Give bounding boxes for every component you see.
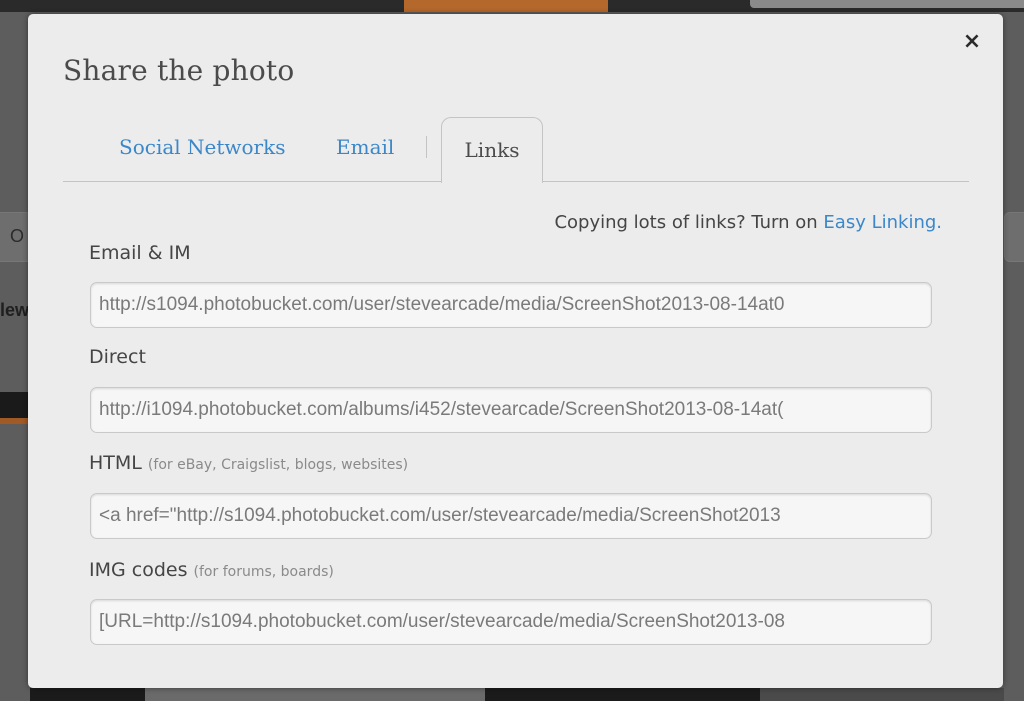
modal-title: Share the photo (63, 54, 295, 87)
easy-linking-prompt: Copying lots of links? Turn on Easy Link… (554, 212, 942, 233)
background-bottom-panel (760, 688, 1004, 701)
close-icon[interactable]: × (958, 28, 986, 56)
easy-linking-link[interactable]: Easy Linking. (823, 212, 942, 233)
tab-links[interactable]: Links (441, 117, 543, 183)
easy-linking-text: Copying lots of links? Turn on (554, 212, 824, 233)
background-upload-button (404, 0, 608, 12)
field-label-text: Direct (89, 346, 146, 368)
field-label-text: HTML (89, 452, 142, 474)
background-left-panel (0, 12, 30, 701)
img-code-field[interactable] (90, 599, 932, 645)
background-bottom-panel (145, 688, 485, 701)
direct-label: Direct (89, 346, 146, 368)
html-label: HTML (for eBay, Craigslist, blogs, websi… (89, 452, 408, 474)
field-label-text: Email & IM (89, 242, 191, 264)
background-right-panel (1004, 12, 1024, 701)
tab-separator (426, 136, 427, 158)
background-search-box (750, 0, 1024, 8)
img-codes-label: IMG codes (for forums, boards) (89, 559, 334, 581)
direct-link-field[interactable] (90, 387, 932, 433)
email-im-label: Email & IM (89, 242, 191, 264)
field-hint-text: (for forums, boards) (193, 564, 334, 580)
email-im-link-field[interactable] (90, 282, 932, 328)
background-left-text: O (10, 226, 25, 246)
tab-email[interactable]: Email (336, 135, 394, 159)
field-hint-text: (for eBay, Craigslist, blogs, websites) (147, 457, 409, 473)
tab-social-networks[interactable]: Social Networks (119, 135, 286, 159)
field-label-text: IMG codes (89, 559, 188, 581)
share-photo-modal: × Share the photo Social Networks Email … (28, 14, 1003, 688)
html-code-field[interactable] (90, 493, 932, 539)
background-right-button (1004, 212, 1024, 262)
background-left-text: lew (0, 300, 30, 320)
background-orange-accent (0, 418, 30, 424)
